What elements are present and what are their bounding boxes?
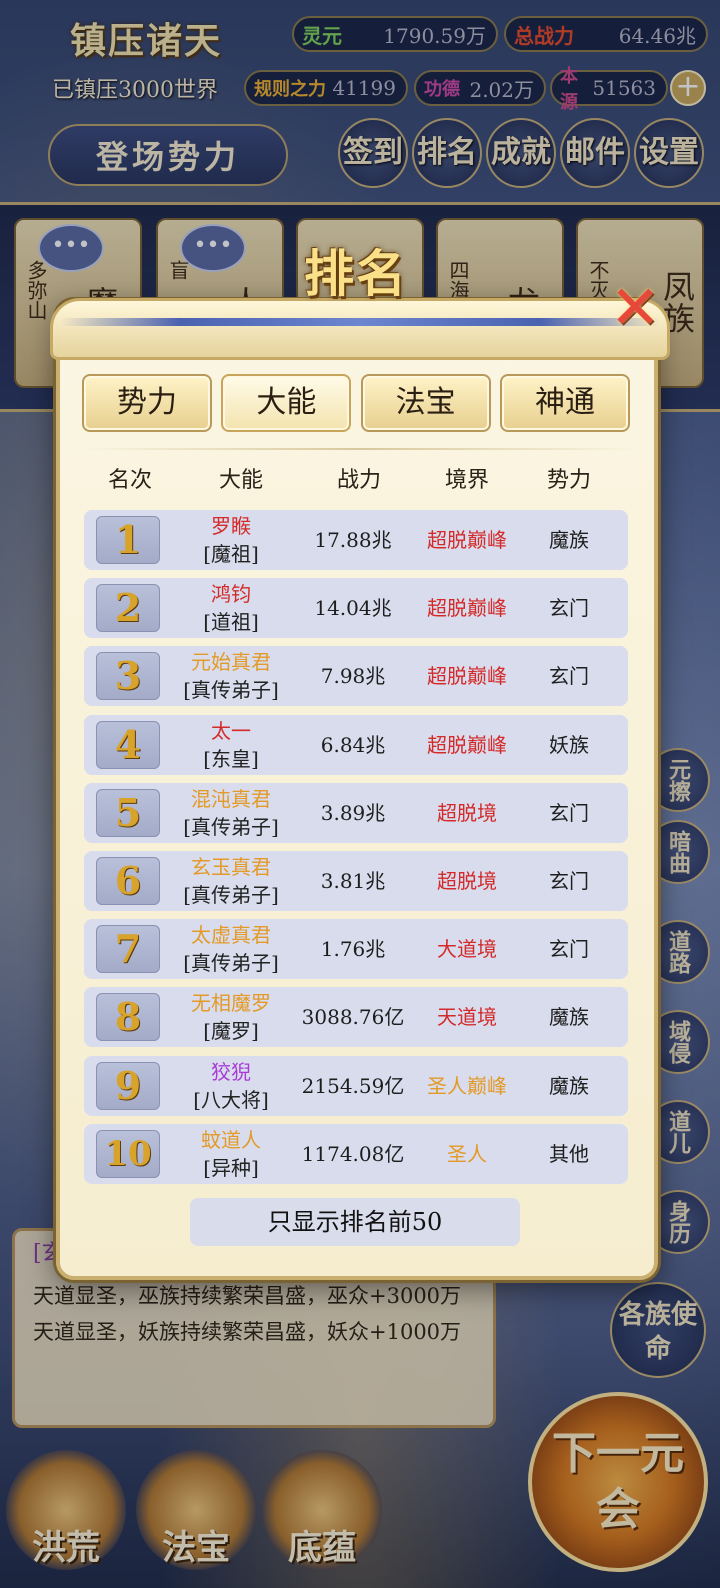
rank-number: 3 — [96, 652, 160, 701]
realm: 超脱巅峰 — [427, 664, 507, 689]
power-title: [魔罗] — [203, 1019, 259, 1044]
power-name-cell: 混沌真君 [真传弟子] — [176, 785, 286, 841]
faction: 玄门 — [549, 596, 589, 621]
realm: 超脱巅峰 — [427, 596, 507, 621]
table-header: 名次 大能 战力 境界 势力 — [86, 462, 630, 502]
table-row[interactable]: 8 无相魔罗 [魔罗] 3088.76亿 天道境 魔族 — [84, 987, 628, 1048]
top50-note: 只显示排名前50 — [190, 1198, 520, 1246]
table-row[interactable]: 1 罗睺 [魔祖] 17.88兆 超脱巅峰 魔族 — [84, 510, 628, 570]
power-title: [真传弟子] — [183, 678, 279, 703]
power-name: 鸿钧 — [211, 582, 251, 607]
realm: 超脱巅峰 — [427, 732, 507, 757]
realm: 大道境 — [437, 937, 497, 962]
col-rank: 名次 — [107, 468, 152, 493]
power-name: 元始真君 — [191, 650, 271, 675]
power-name: 狡猊 — [211, 1059, 251, 1084]
combat-power: 6.84兆 — [320, 732, 386, 757]
rank-number: 10 — [96, 1129, 160, 1178]
power-title: [异种] — [203, 1155, 259, 1180]
power-name-cell: 太虚真君 [真传弟子] — [176, 921, 286, 977]
table-row[interactable]: 5 混沌真君 [真传弟子] 3.89兆 超脱境 玄门 — [84, 782, 628, 843]
divider — [82, 448, 638, 450]
combat-power: 3088.76亿 — [301, 1005, 405, 1030]
table-row[interactable]: 2 鸿钧 [道祖] 14.04兆 超脱巅峰 玄门 — [84, 578, 628, 639]
dialog-title: 排名 — [304, 244, 408, 303]
faction: 玄门 — [549, 664, 589, 689]
power-name-cell: 罗睺 [魔祖] — [176, 512, 286, 568]
tab-skills[interactable]: 神通 — [499, 374, 630, 432]
col-faction: 势力 — [546, 468, 591, 493]
combat-power: 3.81兆 — [320, 868, 386, 893]
power-name-cell: 太一 [东皇] — [176, 717, 286, 773]
power-name-cell: 玄玉真君 [真传弟子] — [176, 853, 286, 909]
combat-power: 2154.59亿 — [301, 1073, 405, 1098]
faction: 妖族 — [549, 732, 589, 757]
ranking-table: 1 罗睺 [魔祖] 17.88兆 超脱巅峰 魔族 2 鸿钧 [道祖] 14.04兆 超脱巅峰 玄门 3 元… — [84, 510, 628, 1192]
ranking-tabs: 势力 大能 法宝 神通 — [82, 374, 630, 432]
table-row[interactable]: 3 元始真君 [真传弟子] 7.98兆 超脱巅峰 玄门 — [84, 646, 628, 707]
realm: 超脱巅峰 — [427, 528, 507, 552]
faction: 玄门 — [549, 937, 589, 962]
power-title: [真传弟子] — [183, 882, 279, 907]
rank-number: 4 — [96, 720, 160, 769]
combat-power: 17.88兆 — [314, 528, 392, 552]
faction: 魔族 — [549, 528, 589, 552]
power-name: 无相魔罗 — [191, 991, 271, 1016]
power-name-cell: 元始真君 [真传弟子] — [176, 648, 286, 704]
tab-forces[interactable]: 势力 — [82, 374, 212, 432]
rank-number: 1 — [96, 516, 160, 564]
rank-number: 9 — [96, 1061, 160, 1110]
power-name: 蚊道人 — [201, 1127, 261, 1152]
faction: 玄门 — [549, 868, 589, 893]
power-title: [东皇] — [203, 746, 259, 771]
power-name: 玄玉真君 — [191, 854, 271, 879]
combat-power: 3.89兆 — [320, 800, 386, 825]
power-title: [八大将] — [193, 1087, 269, 1112]
power-title: [真传弟子] — [183, 951, 279, 976]
realm: 超脱境 — [437, 868, 497, 893]
realm: 圣人巅峰 — [427, 1073, 507, 1098]
table-row[interactable]: 4 太一 [东皇] 6.84兆 超脱巅峰 妖族 — [84, 714, 628, 775]
combat-power: 14.04兆 — [314, 596, 392, 621]
table-row[interactable]: 6 玄玉真君 [真传弟子] 3.81兆 超脱境 玄门 — [84, 850, 628, 911]
rank-number: 5 — [96, 788, 160, 837]
dialog-header-banner — [50, 298, 670, 360]
rank-number: 7 — [96, 925, 160, 974]
power-title: [魔祖] — [203, 542, 259, 566]
table-row[interactable]: 9 狡猊 [八大将] 2154.59亿 圣人巅峰 魔族 — [84, 1055, 628, 1116]
power-name: 混沌真君 — [191, 786, 271, 811]
power-name: 太一 — [211, 718, 251, 743]
combat-power: 1174.08亿 — [301, 1141, 405, 1166]
table-row[interactable]: 10 蚊道人 [异种] 1174.08亿 圣人 其他 — [84, 1123, 628, 1184]
power-title: [道祖] — [203, 610, 259, 635]
faction: 玄门 — [549, 800, 589, 825]
dialog-header-stripe — [60, 318, 660, 326]
realm: 超脱境 — [437, 800, 497, 825]
close-icon[interactable]: ✕ — [606, 278, 664, 338]
table-row[interactable]: 7 太虚真君 [真传弟子] 1.76兆 大道境 玄门 — [84, 919, 628, 980]
power-name: 罗睺 — [211, 514, 251, 538]
col-power-name: 大能 — [218, 468, 263, 493]
col-realm: 境界 — [444, 468, 489, 493]
rank-number: 8 — [96, 993, 160, 1042]
power-name-cell: 鸿钧 [道祖] — [176, 580, 286, 636]
combat-power: 7.98兆 — [320, 664, 386, 689]
power-name: 太虚真君 — [191, 923, 271, 948]
col-combat: 战力 — [336, 468, 381, 493]
power-title: [真传弟子] — [183, 814, 279, 839]
realm: 天道境 — [437, 1005, 497, 1030]
tab-powers[interactable]: 大能 — [221, 374, 352, 432]
power-name-cell: 蚊道人 [异种] — [176, 1126, 286, 1182]
faction: 魔族 — [549, 1073, 589, 1098]
combat-power: 1.76兆 — [320, 937, 386, 962]
power-name-cell: 无相魔罗 [魔罗] — [176, 989, 286, 1045]
realm: 圣人 — [447, 1141, 487, 1166]
power-name-cell: 狡猊 [八大将] — [176, 1058, 286, 1114]
tab-treasures[interactable]: 法宝 — [360, 374, 491, 432]
faction: 魔族 — [549, 1005, 589, 1030]
rank-number: 2 — [96, 584, 160, 633]
faction: 其他 — [549, 1141, 589, 1166]
rank-number: 6 — [96, 856, 160, 905]
